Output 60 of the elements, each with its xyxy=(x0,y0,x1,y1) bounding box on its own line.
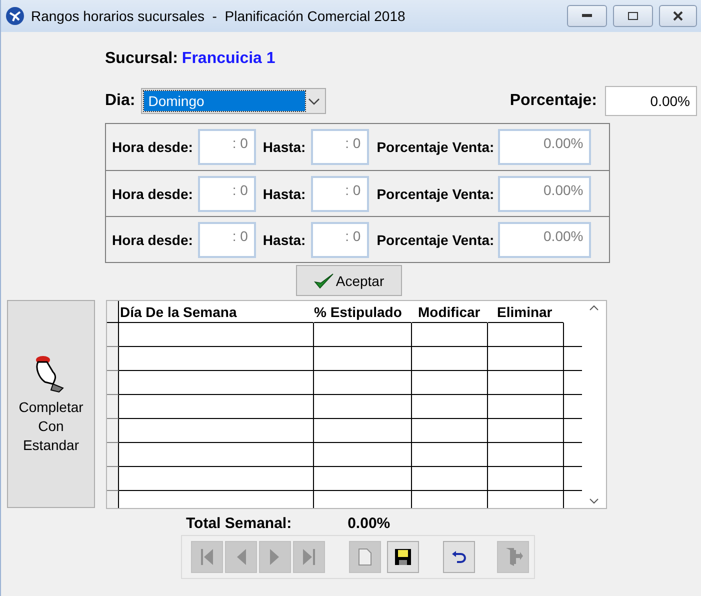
porcentaje-venta-label: Porcentaje Venta: xyxy=(376,232,494,248)
row-selector[interactable] xyxy=(107,371,119,395)
undo-arrow-icon xyxy=(451,551,467,563)
total-semanal-label: Total Semanal: xyxy=(186,514,292,532)
chevron-up-icon xyxy=(589,305,599,311)
dia-label: Dia: xyxy=(105,92,136,110)
row-selector[interactable] xyxy=(107,323,119,347)
column-header[interactable]: Eliminar xyxy=(488,301,564,323)
row-selector[interactable] xyxy=(107,347,119,371)
total-semanal-value: 0.00% xyxy=(348,514,390,532)
row-selector[interactable] xyxy=(107,491,119,508)
hasta-field[interactable]: : 0 xyxy=(310,129,369,165)
app-icon xyxy=(5,6,25,26)
triangle-left-icon xyxy=(235,548,247,566)
hasta-field[interactable]: : 0 xyxy=(310,176,369,212)
porcentaje-venta-field[interactable]: 0.00% xyxy=(498,129,592,165)
hora-desde-label: Hora desde: xyxy=(112,139,193,155)
hasta-field[interactable]: : 0 xyxy=(310,222,369,258)
checkmark-icon xyxy=(314,272,334,288)
column-header[interactable]: Modificar xyxy=(412,301,488,323)
hora-desde-label: Hora desde: xyxy=(112,232,193,248)
row-selector[interactable] xyxy=(107,395,119,419)
porcentaje-label: Porcentaje: xyxy=(510,92,597,110)
save-button[interactable] xyxy=(387,541,419,573)
porcentaje-venta-label: Porcentaje Venta: xyxy=(376,186,494,202)
porcentaje-venta-label: Porcentaje Venta: xyxy=(376,139,494,155)
hasta-label: Hasta: xyxy=(262,139,306,155)
maximize-button[interactable] xyxy=(613,5,653,27)
hora-desde-label: Hora desde: xyxy=(112,186,193,202)
skip-first-icon xyxy=(199,548,215,566)
sucursal-value: Francuicia 1 xyxy=(182,50,276,68)
dia-dropdown[interactable]: Domingo xyxy=(141,88,326,114)
row-selector[interactable] xyxy=(107,443,119,467)
hora-desde-field[interactable]: : 0 xyxy=(198,129,256,165)
hasta-label: Hasta: xyxy=(262,186,306,202)
minimize-icon xyxy=(582,14,592,18)
porcentaje-venta-field[interactable]: 0.00% xyxy=(498,222,592,258)
sucursal-label: Sucursal: xyxy=(105,50,178,68)
row-selector[interactable] xyxy=(107,419,119,443)
column-header[interactable]: Día De la Semana xyxy=(119,301,314,323)
completar-estandar-button[interactable]: Completar Con Estandar xyxy=(7,300,95,508)
hasta-label: Hasta: xyxy=(262,232,306,248)
header-corner xyxy=(107,301,119,323)
porcentaje-field[interactable]: 0.00% xyxy=(605,86,697,116)
minimize-button[interactable] xyxy=(567,5,607,27)
undo-button[interactable] xyxy=(443,541,475,573)
window-title: Rangos horarios sucursales - Planificación Comercial 2018 xyxy=(31,8,406,24)
maximize-icon xyxy=(628,12,638,20)
close-button[interactable] xyxy=(659,5,697,27)
chevron-down-icon xyxy=(589,498,599,504)
close-icon xyxy=(673,11,683,21)
page-icon xyxy=(358,548,372,566)
row-selector[interactable] xyxy=(107,467,119,491)
porcentaje-venta-field[interactable]: 0.00% xyxy=(498,176,592,212)
hora-desde-field[interactable]: : 0 xyxy=(198,176,256,212)
column-header[interactable]: % Estipulado xyxy=(314,301,412,323)
triangle-right-icon xyxy=(269,548,281,566)
aceptar-button[interactable]: Aceptar xyxy=(296,265,402,296)
hora-desde-field[interactable]: : 0 xyxy=(198,222,256,258)
skip-last-icon xyxy=(301,548,317,566)
